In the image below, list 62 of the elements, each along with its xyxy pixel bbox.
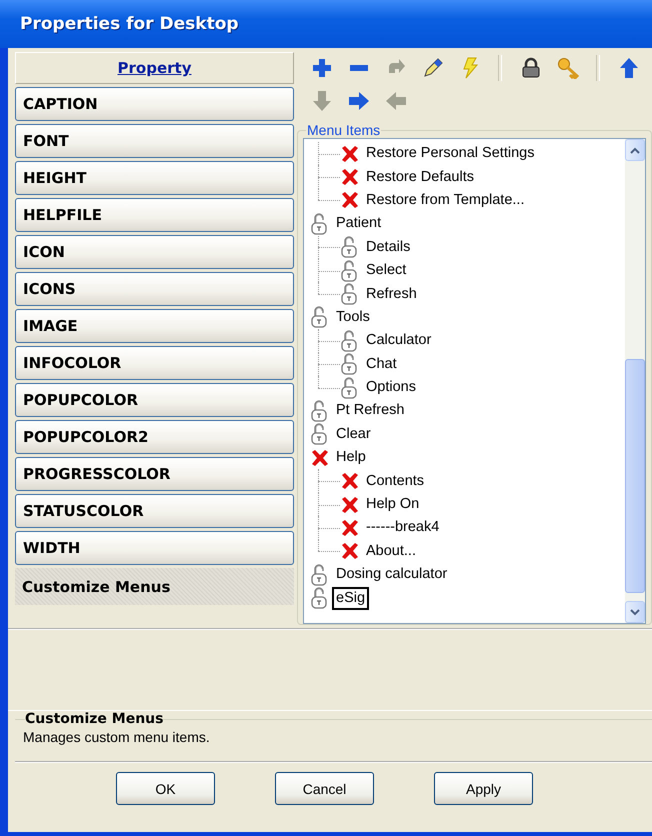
dialog-button[interactable]: Apply: [434, 772, 533, 805]
tree-item[interactable]: Clear: [332, 422, 375, 446]
tree-item[interactable]: Contents: [362, 470, 428, 493]
scrollbar[interactable]: [625, 139, 645, 623]
description-title: Customize Menus: [25, 711, 164, 727]
property-item[interactable]: IMAGE: [15, 309, 294, 343]
pencil-icon: [422, 56, 444, 78]
cross-icon: [310, 448, 330, 467]
right-arrow-icon: [348, 90, 370, 112]
tree-item[interactable]: Details: [362, 236, 414, 259]
property-item[interactable]: INFOCOLOR: [15, 346, 294, 380]
property-item[interactable]: FONT: [15, 124, 294, 158]
rename-field[interactable]: eSig: [332, 586, 370, 610]
property-item[interactable]: HEIGHT: [15, 161, 294, 195]
cross-icon: [340, 191, 360, 210]
tree-item[interactable]: Refresh: [362, 282, 421, 306]
tree-item[interactable]: Patient: [332, 212, 386, 236]
dialog-button[interactable]: Cancel: [275, 772, 374, 805]
up-arrow-icon: [618, 56, 640, 78]
tree-item[interactable]: Calculator: [362, 329, 436, 352]
property-item[interactable]: WIDTH: [15, 531, 294, 565]
property-item[interactable]: ICON: [15, 235, 294, 269]
up-caret-icon: [630, 146, 640, 154]
padlock-icon: [520, 56, 542, 78]
cross-icon: [340, 518, 360, 537]
tree-item[interactable]: Help: [332, 446, 370, 470]
cross-icon: [340, 496, 360, 514]
group-title: Menu Items: [306, 122, 382, 138]
down-caret-icon: [630, 608, 640, 616]
property-item[interactable]: HELPFILE: [15, 198, 294, 232]
tree-item[interactable]: About...: [362, 540, 420, 563]
tree-item[interactable]: ------break4: [362, 516, 444, 540]
tree-item[interactable]: Tools: [332, 306, 374, 329]
cross-icon: [340, 144, 360, 163]
tree-item[interactable]: Options: [362, 376, 420, 400]
minus-icon: [350, 64, 368, 70]
tree-item[interactable]: Pt Refresh: [332, 399, 408, 422]
cross-icon: [340, 168, 360, 186]
property-item[interactable]: PROGRESSCOLOR: [15, 457, 294, 491]
column-header[interactable]: Property: [15, 52, 294, 84]
property-item[interactable]: POPUPCOLOR: [15, 383, 294, 417]
property-item[interactable]: POPUPCOLOR2: [15, 420, 294, 454]
property-item[interactable]: CAPTION: [15, 87, 294, 121]
description-text: Manages custom menu items.: [23, 729, 211, 745]
window-title: Properties for Desktop: [20, 14, 239, 34]
down-arrow-icon: [310, 90, 332, 112]
plus-icon: [310, 56, 332, 78]
property-item[interactable]: STATUSCOLOR: [15, 494, 294, 528]
tree-item[interactable]: Select: [362, 259, 410, 282]
tree-item[interactable]: Restore Personal Settings: [362, 142, 538, 166]
tree-item[interactable]: Dosing calculator: [332, 563, 452, 586]
dialog-button[interactable]: OK: [116, 772, 215, 805]
cross-icon: [340, 542, 360, 560]
tree-item[interactable]: Restore from Template...: [362, 188, 528, 212]
tree-item[interactable]: Help On: [362, 493, 424, 516]
key-icon: [556, 56, 578, 78]
cross-icon: [340, 472, 360, 490]
left-arrow-icon: [384, 90, 406, 112]
tree-item[interactable]: Restore Defaults: [362, 166, 478, 189]
property-item[interactable]: Customize Menus: [15, 568, 294, 605]
property-item[interactable]: ICONS: [15, 272, 294, 306]
tree-item[interactable]: Chat: [362, 352, 401, 376]
